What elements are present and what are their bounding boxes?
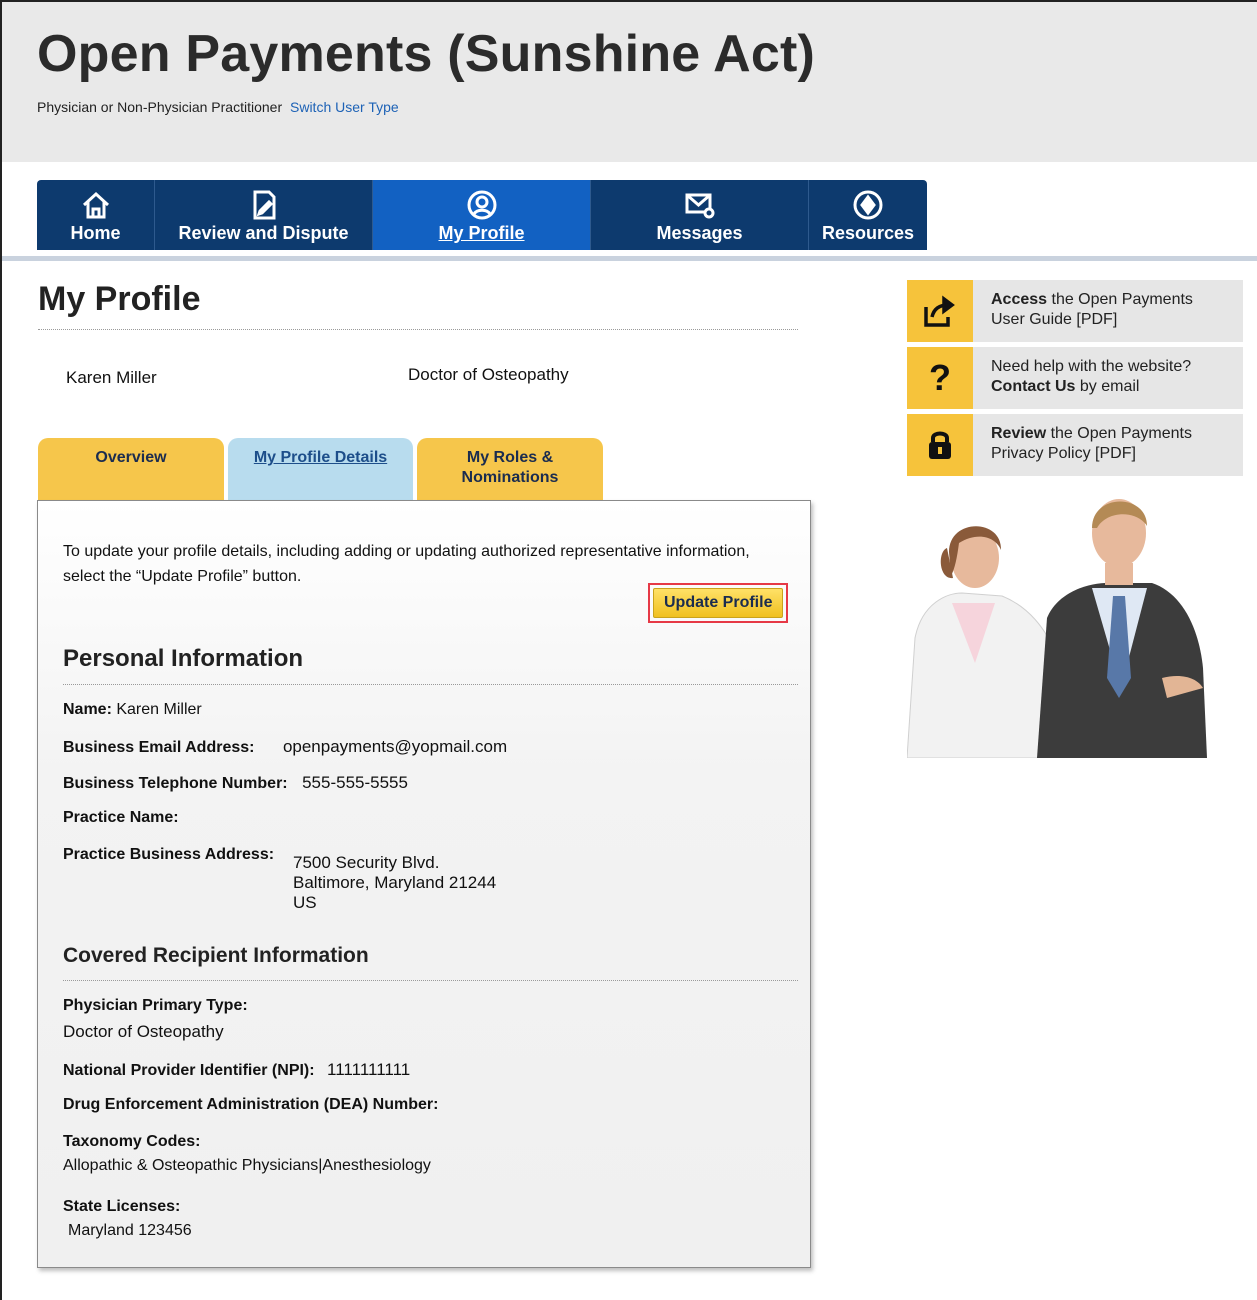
nav-divider [2,256,1257,261]
npi-label: National Provider Identifier (NPI): [63,1062,315,1079]
address-row: Practice Business Address: [63,846,274,864]
nav-my-profile-label: My Profile [438,223,525,243]
privacy-policy-link[interactable]: Review the Open Payments Privacy Policy … [907,414,1243,476]
profile-name: Karen Miller [66,368,157,387]
user-type-line: Physician or Non-Physician Practitioner … [37,99,399,115]
user-guide-line2: User Guide [PDF] [991,311,1118,328]
update-profile-button[interactable]: Update Profile [653,588,784,618]
licenses-value: Maryland 123456 [68,1222,192,1239]
primary-type-label: Physician Primary Type: [63,997,248,1015]
email-label: Business Email Address: [63,739,255,756]
npi-row: National Provider Identifier (NPI): 1111… [63,1060,410,1080]
contact-us-rest: by email [1075,378,1140,395]
update-profile-highlight: Update Profile [648,583,789,623]
nav-resources[interactable]: Resources [809,180,927,250]
personal-info-heading: Personal Information [63,645,304,672]
contact-us-bold: Contact Us [991,378,1076,395]
privacy-policy-bold: Review [991,425,1047,442]
user-guide-text: Access the Open Payments User Guide [PDF… [973,280,1193,342]
name-label: Name: [63,701,112,718]
privacy-policy-line2: Privacy Policy [PDF] [991,445,1136,462]
nav-review-dispute-label: Review and Dispute [178,223,349,243]
taxonomy-label-text: Taxonomy Codes: [63,1133,201,1150]
taxonomy-value: Allopathic & Osteopathic Physicians|Anes… [63,1157,431,1174]
nav-messages-label: Messages [656,223,743,243]
phone-row: Business Telephone Number: 555-555-5555 [63,773,408,793]
dea-label: Drug Enforcement Administration (DEA) Nu… [63,1096,439,1113]
main-nav: Home Review and Dispute My Profile Messa… [37,180,927,250]
licenses-label: State Licenses: [63,1198,180,1216]
profile-type: Doctor of Osteopathy [408,365,569,384]
taxonomy-label: Taxonomy Codes: [63,1133,201,1151]
contact-us-link[interactable]: ? Need help with the website? Contact Us… [907,347,1243,409]
tab-overview-label: Overview [95,449,167,466]
nav-home-label: Home [70,223,121,243]
practice-name-row: Practice Name: [63,809,179,827]
email-row: Business Email Address: openpayments@yop… [63,737,507,757]
question-icon: ? [907,347,973,409]
home-icon [82,191,109,219]
user-circle-icon [467,190,496,220]
nav-messages[interactable]: Messages [591,180,809,250]
primary-type-value: Doctor of Osteopathy [63,1022,224,1041]
share-icon [907,280,973,342]
switch-user-type-link[interactable]: Switch User Type [290,99,399,115]
doctors-photo [907,499,1207,758]
contact-us-line1: Need help with the website? [991,358,1192,375]
tab-roles-label-line1: My Roles & [466,449,554,466]
user-guide-rest: the Open Payments [1047,291,1193,308]
personal-info-divider [63,684,798,685]
email-value: openpayments@yopmail.com [282,737,508,756]
nav-resources-label: Resources [821,223,915,243]
licenses-label-text: State Licenses: [63,1198,181,1215]
nav-home[interactable]: Home [37,180,155,250]
address-line2: Baltimore, Maryland 21244 [293,873,497,892]
privacy-policy-rest: the Open Payments [1046,425,1192,442]
name-row: Name: Karen Miller [63,701,202,719]
resources-icon [853,190,883,220]
address-value: 7500 Security Blvd. Baltimore, Maryland … [293,853,496,913]
dea-row: Drug Enforcement Administration (DEA) Nu… [63,1096,438,1114]
user-type-label: Physician or Non-Physician Practitioner [37,99,283,115]
site-header: Open Payments (Sunshine Act) Physician o… [2,2,1257,162]
nav-review-dispute[interactable]: Review and Dispute [155,180,373,250]
name-value: Karen Miller [116,701,202,718]
privacy-policy-text: Review the Open Payments Privacy Policy … [973,414,1192,476]
tab-roles-label-line2: Nominations [461,469,559,486]
primary-type-label-text: Physician Primary Type: [63,997,248,1014]
tab-my-profile-details[interactable]: My Profile Details [228,438,413,502]
male-doctor-figure [1037,499,1207,758]
tab-my-roles-nominations[interactable]: My Roles & Nominations [417,438,603,502]
contact-us-text: Need help with the website? Contact Us b… [973,347,1191,409]
title-divider [38,329,798,330]
site-title: Open Payments (Sunshine Act) [37,25,816,83]
practice-name-label: Practice Name: [63,809,179,826]
edit-document-icon [253,190,275,220]
page-title: My Profile [38,280,201,318]
nav-my-profile[interactable]: My Profile [373,180,591,250]
phone-value: 555-555-5555 [302,773,408,792]
lock-icon [907,414,973,476]
tab-overview[interactable]: Overview [38,438,224,502]
npi-value: 1111111111 [327,1060,411,1079]
profile-details-panel: To update your profile details, includin… [37,500,811,1268]
covered-recipient-divider [63,980,798,981]
covered-recipient-heading: Covered Recipient Information [63,944,369,967]
address-line1: 7500 Security Blvd. [293,853,440,872]
intro-text: To update your profile details, includin… [63,543,750,585]
envelope-icon [685,193,714,219]
user-guide-link[interactable]: Access the Open Payments User Guide [PDF… [907,280,1243,342]
address-label: Practice Business Address: [63,846,275,863]
address-line3: US [293,893,317,912]
tab-my-profile-details-label: My Profile Details [253,449,388,466]
phone-label: Business Telephone Number: [63,775,288,792]
user-guide-bold: Access [991,291,1048,308]
